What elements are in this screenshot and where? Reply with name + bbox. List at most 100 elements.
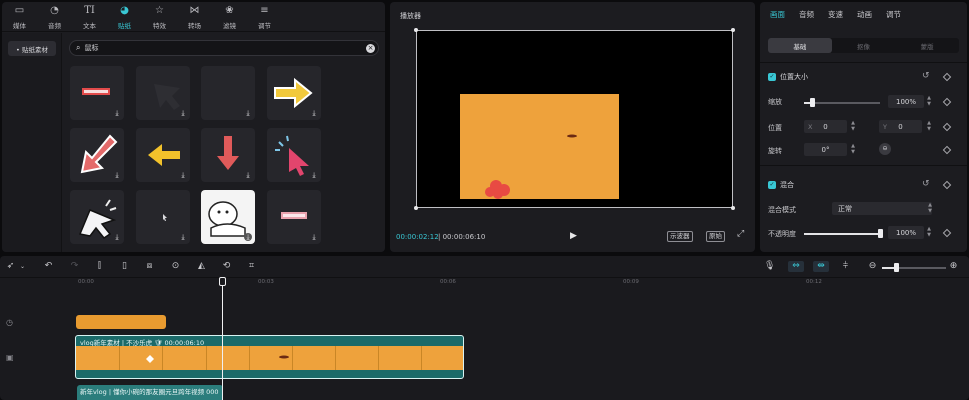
download-icon[interactable]: ⤓ (113, 171, 121, 179)
blend-mode-select[interactable]: 正常 (832, 202, 932, 215)
ratio-button[interactable]: 原始 (706, 231, 725, 242)
rotate-stepper[interactable]: ▲ ▼ (849, 143, 857, 156)
tab-picture[interactable]: 画面 (770, 2, 785, 28)
tab-audio-props[interactable]: 音频 (799, 2, 814, 28)
download-icon[interactable]: ⤓ (179, 233, 187, 241)
tab-speed[interactable]: 变速 (828, 2, 843, 28)
scale-slider-knob[interactable] (809, 98, 815, 107)
x-stepper[interactable]: ▲ ▼ (849, 120, 857, 133)
position-size-header[interactable]: ✓ 位置大小 (768, 72, 808, 82)
zoom-out-icon[interactable]: ⊖ (867, 261, 878, 272)
clear-search-button[interactable]: × (366, 44, 375, 53)
sticker-tile[interactable]: ⤓ (136, 190, 190, 244)
sticker-tile[interactable]: ⤓ (70, 190, 124, 244)
rotate-dial-icon[interactable]: ⊖ (879, 143, 891, 155)
resize-handle[interactable] (731, 206, 735, 210)
split-icon[interactable]: ⫿ (94, 261, 105, 272)
auto-snap-icon[interactable]: ⇹ (813, 261, 829, 272)
reset-icon[interactable]: ↺ (922, 180, 930, 189)
play-circle-icon[interactable]: ⊙ (170, 261, 181, 272)
secondary-clip[interactable]: 新年vlog | 懂你小碗的那友圈元旦跨年视频 000 (77, 385, 223, 400)
sticker-tile[interactable]: ⤓ (267, 66, 321, 120)
playhead[interactable] (222, 278, 223, 400)
microphone-icon[interactable]: 🎙 (764, 261, 775, 272)
position-y-input[interactable]: Y0 (879, 120, 922, 133)
zoom-in-icon[interactable]: ⊕ (948, 261, 959, 272)
opacity-stepper[interactable]: ▲ ▼ (925, 226, 933, 239)
select-cursor-icon[interactable]: ➶ (5, 261, 16, 272)
tab-media[interactable]: ▭ 媒体 (2, 2, 37, 32)
keyframe-icon[interactable] (942, 145, 952, 155)
download-icon[interactable]: ⤓ (310, 233, 318, 241)
keyframe-icon[interactable] (942, 180, 952, 190)
sticker-clip[interactable] (76, 315, 166, 329)
video-clip[interactable]: vlog新年素材 | 不沙乐虎 🛡 00:00:06:10 (75, 335, 464, 379)
redo-icon[interactable]: ↷ (69, 261, 80, 272)
download-icon[interactable]: ⤓ (310, 171, 318, 179)
blend-header[interactable]: ✓ 混合 (768, 180, 794, 190)
scale-stepper[interactable]: ▲ ▼ (925, 95, 933, 108)
sticker-tile[interactable]: ⤓ (70, 128, 124, 182)
download-icon[interactable]: ⤓ (244, 109, 252, 117)
sticker-tile[interactable]: ⤓ (136, 66, 190, 120)
tab-adjust-props[interactable]: 调节 (886, 2, 901, 28)
crop-icon[interactable]: ⌗ (246, 261, 257, 272)
zoom-slider[interactable] (882, 263, 946, 272)
subtab-keying[interactable]: 抠像 (832, 38, 896, 53)
undo-icon[interactable]: ↶ (43, 261, 54, 272)
sticker-tile[interactable]: ⤓ (201, 128, 255, 182)
mirror-icon[interactable]: ◭ (196, 261, 207, 272)
rotate-icon[interactable]: ⟲ (221, 261, 232, 272)
sticker-tile[interactable]: ⤓ (201, 66, 255, 120)
timeline-ruler[interactable]: 00:00 00:03 00:06 00:09 00:12 (0, 278, 969, 289)
search-box[interactable]: ⌕ × (69, 40, 379, 56)
sidebar-item-sticker-material[interactable]: • 贴纸素材 (8, 41, 56, 56)
y-stepper[interactable]: ▲ ▼ (925, 120, 933, 133)
rotate-input[interactable]: 0° (804, 143, 847, 156)
download-icon[interactable]: ⤓ (244, 171, 252, 179)
download-icon[interactable]: ⤓ (179, 109, 187, 117)
freeze-frame-icon[interactable]: ⧈ (144, 261, 155, 272)
download-icon[interactable]: ⤓ (310, 109, 318, 117)
download-icon[interactable]: ⤓ (179, 171, 187, 179)
checkbox-position-size[interactable]: ✓ (768, 73, 776, 81)
fullscreen-icon[interactable]: ⤢ (737, 230, 746, 239)
preview-canvas[interactable] (414, 28, 735, 210)
linkage-icon[interactable]: ⫩ (840, 261, 851, 272)
position-x-input[interactable]: X0 (804, 120, 847, 133)
tab-filter[interactable]: ❀ 滤镜 (212, 2, 247, 32)
tab-sticker[interactable]: ◕ 贴纸 (107, 2, 142, 32)
opacity-input[interactable]: 100% (888, 226, 924, 239)
sticker-tile[interactable]: ⤓ (136, 128, 190, 182)
subtab-mask[interactable]: 蒙版 (895, 38, 959, 53)
keyframe-icon[interactable] (942, 228, 952, 238)
main-track-magnet-icon[interactable]: ⇔ (788, 261, 804, 272)
opacity-slider-knob[interactable] (878, 229, 883, 238)
subtab-basic[interactable]: 基础 (768, 38, 832, 53)
scale-slider[interactable] (804, 98, 880, 107)
download-icon[interactable]: ⤓ (113, 109, 121, 117)
zoom-slider-knob[interactable] (894, 263, 899, 272)
download-icon[interactable]: ⤓ (113, 233, 121, 241)
keyframe-icon[interactable] (942, 72, 952, 82)
resize-handle[interactable] (414, 28, 418, 32)
sticker-tile[interactable]: ⤓ (201, 190, 255, 244)
sticker-tile[interactable]: ⤓ (267, 128, 321, 182)
opacity-slider[interactable] (804, 229, 883, 238)
search-input[interactable] (84, 44, 355, 52)
playhead-handle[interactable] (219, 277, 226, 286)
tab-adjust[interactable]: ≡ 调节 (247, 2, 282, 32)
blend-mode-chevron-icon[interactable]: ▲ ▼ (926, 202, 934, 215)
scale-input[interactable]: 100% (888, 95, 924, 108)
reset-icon[interactable]: ↺ (922, 72, 930, 81)
play-button[interactable]: ▶ (570, 231, 577, 241)
chevron-down-icon[interactable]: ⌄ (17, 261, 28, 272)
delete-icon[interactable]: ▯ (119, 261, 130, 272)
sticker-tile[interactable]: ⤓ (70, 66, 124, 120)
tab-text[interactable]: TI 文本 (72, 2, 107, 32)
tab-audio[interactable]: ◔ 音频 (37, 2, 72, 32)
tab-animation[interactable]: 动画 (857, 2, 872, 28)
download-icon[interactable]: ⤓ (244, 233, 252, 241)
sticker-tile[interactable]: ⤓ (267, 190, 321, 244)
resize-handle[interactable] (731, 28, 735, 32)
